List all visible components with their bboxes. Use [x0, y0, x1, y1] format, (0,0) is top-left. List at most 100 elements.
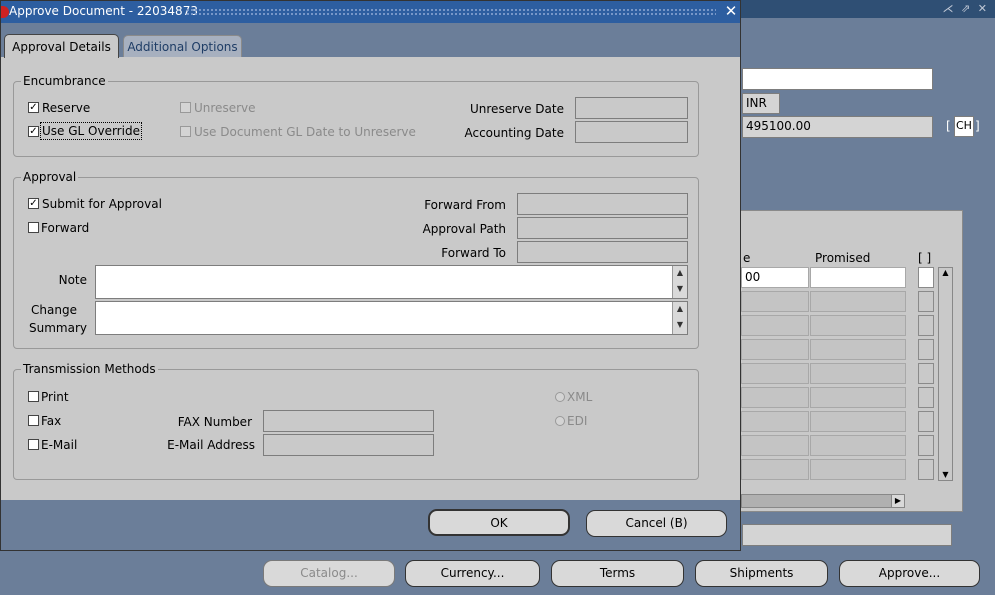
scroll-up-icon[interactable]: ▲ — [673, 302, 687, 318]
grid-cell[interactable] — [810, 291, 906, 312]
column-header-partial: e — [743, 251, 751, 265]
change-summary-label-line1: Change — [31, 303, 77, 317]
grid-cell[interactable] — [810, 339, 906, 360]
bracket-right: ] — [975, 119, 980, 133]
grid-cell[interactable] — [810, 315, 906, 336]
ch-field[interactable]: CH — [954, 116, 974, 137]
fax-number-field[interactable] — [263, 410, 434, 432]
close-icon[interactable]: ✕ — [723, 2, 739, 20]
scroll-up-icon[interactable]: ▲ — [939, 268, 952, 278]
unreserve-date-label: Unreserve Date — [470, 102, 564, 116]
note-textarea[interactable]: ▲ ▼ — [95, 265, 688, 299]
submit-for-approval-checkbox[interactable]: ✓ — [28, 198, 39, 209]
column-header-promised: Promised — [815, 251, 871, 265]
approve-document-dialog: Approve Document - 22034873 ✕ Approval D… — [0, 0, 741, 551]
email-checkbox[interactable] — [28, 439, 39, 450]
row-selector[interactable] — [918, 459, 934, 480]
scroll-down-icon[interactable]: ▼ — [673, 282, 687, 298]
vertical-scrollbar[interactable]: ▲ ▼ — [938, 267, 953, 481]
forward-to-field[interactable] — [517, 241, 688, 263]
tab-approval-details[interactable]: Approval Details — [4, 34, 119, 58]
background-bottom-field[interactable] — [742, 524, 952, 546]
dialog-titlebar[interactable]: Approve Document - 22034873 ✕ — [1, 1, 740, 23]
accounting-date-label: Accounting Date — [464, 126, 564, 140]
dialog-title: Approve Document - 22034873 — [9, 4, 198, 18]
grid-cell[interactable] — [810, 363, 906, 384]
note-scroll[interactable]: ▲ ▼ — [672, 266, 687, 298]
fax-checkbox[interactable] — [28, 415, 39, 426]
grid-cell[interactable] — [810, 387, 906, 408]
transmission-methods-label: Transmission Methods — [21, 362, 158, 376]
forward-from-label: Forward From — [424, 198, 506, 212]
row-selector[interactable] — [918, 291, 934, 312]
grid-cell[interactable] — [741, 435, 809, 456]
forward-to-label: Forward To — [441, 246, 506, 260]
reserve-label: Reserve — [42, 101, 91, 115]
grid-cell[interactable] — [741, 363, 809, 384]
terms-button[interactable]: Terms — [551, 560, 684, 587]
accounting-date-field[interactable] — [575, 121, 688, 143]
lines-panel: e Promised [ ] 00 ▲ ▼ ▶ — [740, 210, 963, 512]
unreserve-date-field[interactable] — [575, 97, 688, 119]
row-selector[interactable] — [918, 267, 934, 288]
approval-path-field[interactable] — [517, 217, 688, 239]
change-summary-label-line2: Summary — [29, 321, 87, 335]
approve-button[interactable]: Approve... — [839, 560, 980, 587]
fax-label: Fax — [41, 414, 62, 428]
row-selector[interactable] — [918, 411, 934, 432]
tab-additional-options[interactable]: Additional Options — [123, 35, 242, 57]
row-selector[interactable] — [918, 339, 934, 360]
forward-label: Forward — [41, 221, 90, 235]
submit-for-approval-label: Submit for Approval — [42, 197, 162, 211]
catalog-button[interactable]: Catalog... — [263, 560, 395, 587]
xml-radio[interactable] — [555, 392, 565, 402]
scroll-right-icon[interactable]: ▶ — [891, 495, 904, 507]
window-controls-icon[interactable]: ⋌ ⇗ ✕ — [943, 2, 989, 15]
use-document-gl-date-checkbox[interactable] — [180, 126, 191, 137]
background-titlebar: ⋌ ⇗ ✕ — [740, 0, 995, 18]
row-selector[interactable] — [918, 435, 934, 456]
change-summary-scroll[interactable]: ▲ ▼ — [672, 302, 687, 334]
shipments-button[interactable]: Shipments — [695, 560, 828, 587]
grid-cell[interactable] — [810, 435, 906, 456]
scroll-up-icon[interactable]: ▲ — [673, 266, 687, 282]
grid-cell[interactable] — [810, 411, 906, 432]
encumbrance-label: Encumbrance — [21, 74, 108, 88]
tab-bar: Approval Details Additional Options — [1, 23, 740, 58]
ok-button[interactable]: OK — [428, 509, 570, 536]
edi-radio[interactable] — [555, 416, 565, 426]
amount-field[interactable]: 495100.00 — [742, 116, 933, 138]
print-checkbox[interactable] — [28, 391, 39, 402]
currency-button[interactable]: Currency... — [405, 560, 540, 587]
column-header-selector: [ ] — [918, 251, 932, 265]
grid-cell-promised-first[interactable] — [810, 267, 906, 288]
grid-cell[interactable] — [741, 339, 809, 360]
grid-cell[interactable] — [741, 411, 809, 432]
grid-cell[interactable] — [810, 459, 906, 480]
unreserve-checkbox[interactable] — [180, 102, 191, 113]
use-gl-override-checkbox[interactable]: ✓ — [28, 126, 39, 137]
grid-cell[interactable] — [741, 315, 809, 336]
grid-cell[interactable] — [741, 387, 809, 408]
row-selector[interactable] — [918, 387, 934, 408]
app-icon — [1, 6, 9, 18]
note-label: Note — [58, 273, 87, 287]
cancel-button[interactable]: Cancel (B) — [586, 510, 727, 537]
row-selector[interactable] — [918, 363, 934, 384]
change-summary-textarea[interactable]: ▲ ▼ — [95, 301, 688, 335]
email-address-field[interactable] — [263, 434, 434, 456]
reserve-checkbox[interactable]: ✓ — [28, 102, 39, 113]
scroll-down-icon[interactable]: ▼ — [673, 318, 687, 334]
grid-cell[interactable] — [741, 291, 809, 312]
forward-checkbox[interactable] — [28, 222, 39, 233]
grid-cell-first[interactable]: 00 — [741, 267, 809, 288]
horizontal-scrollbar[interactable]: ▶ — [741, 494, 905, 508]
row-selector[interactable] — [918, 315, 934, 336]
email-label: E-Mail — [41, 438, 78, 452]
grid-cell[interactable] — [741, 459, 809, 480]
xml-label: XML — [567, 390, 593, 404]
scroll-down-icon[interactable]: ▼ — [939, 470, 952, 480]
background-blank-field[interactable] — [742, 68, 933, 90]
currency-code-field[interactable]: INR — [742, 93, 780, 114]
forward-from-field[interactable] — [517, 193, 688, 215]
